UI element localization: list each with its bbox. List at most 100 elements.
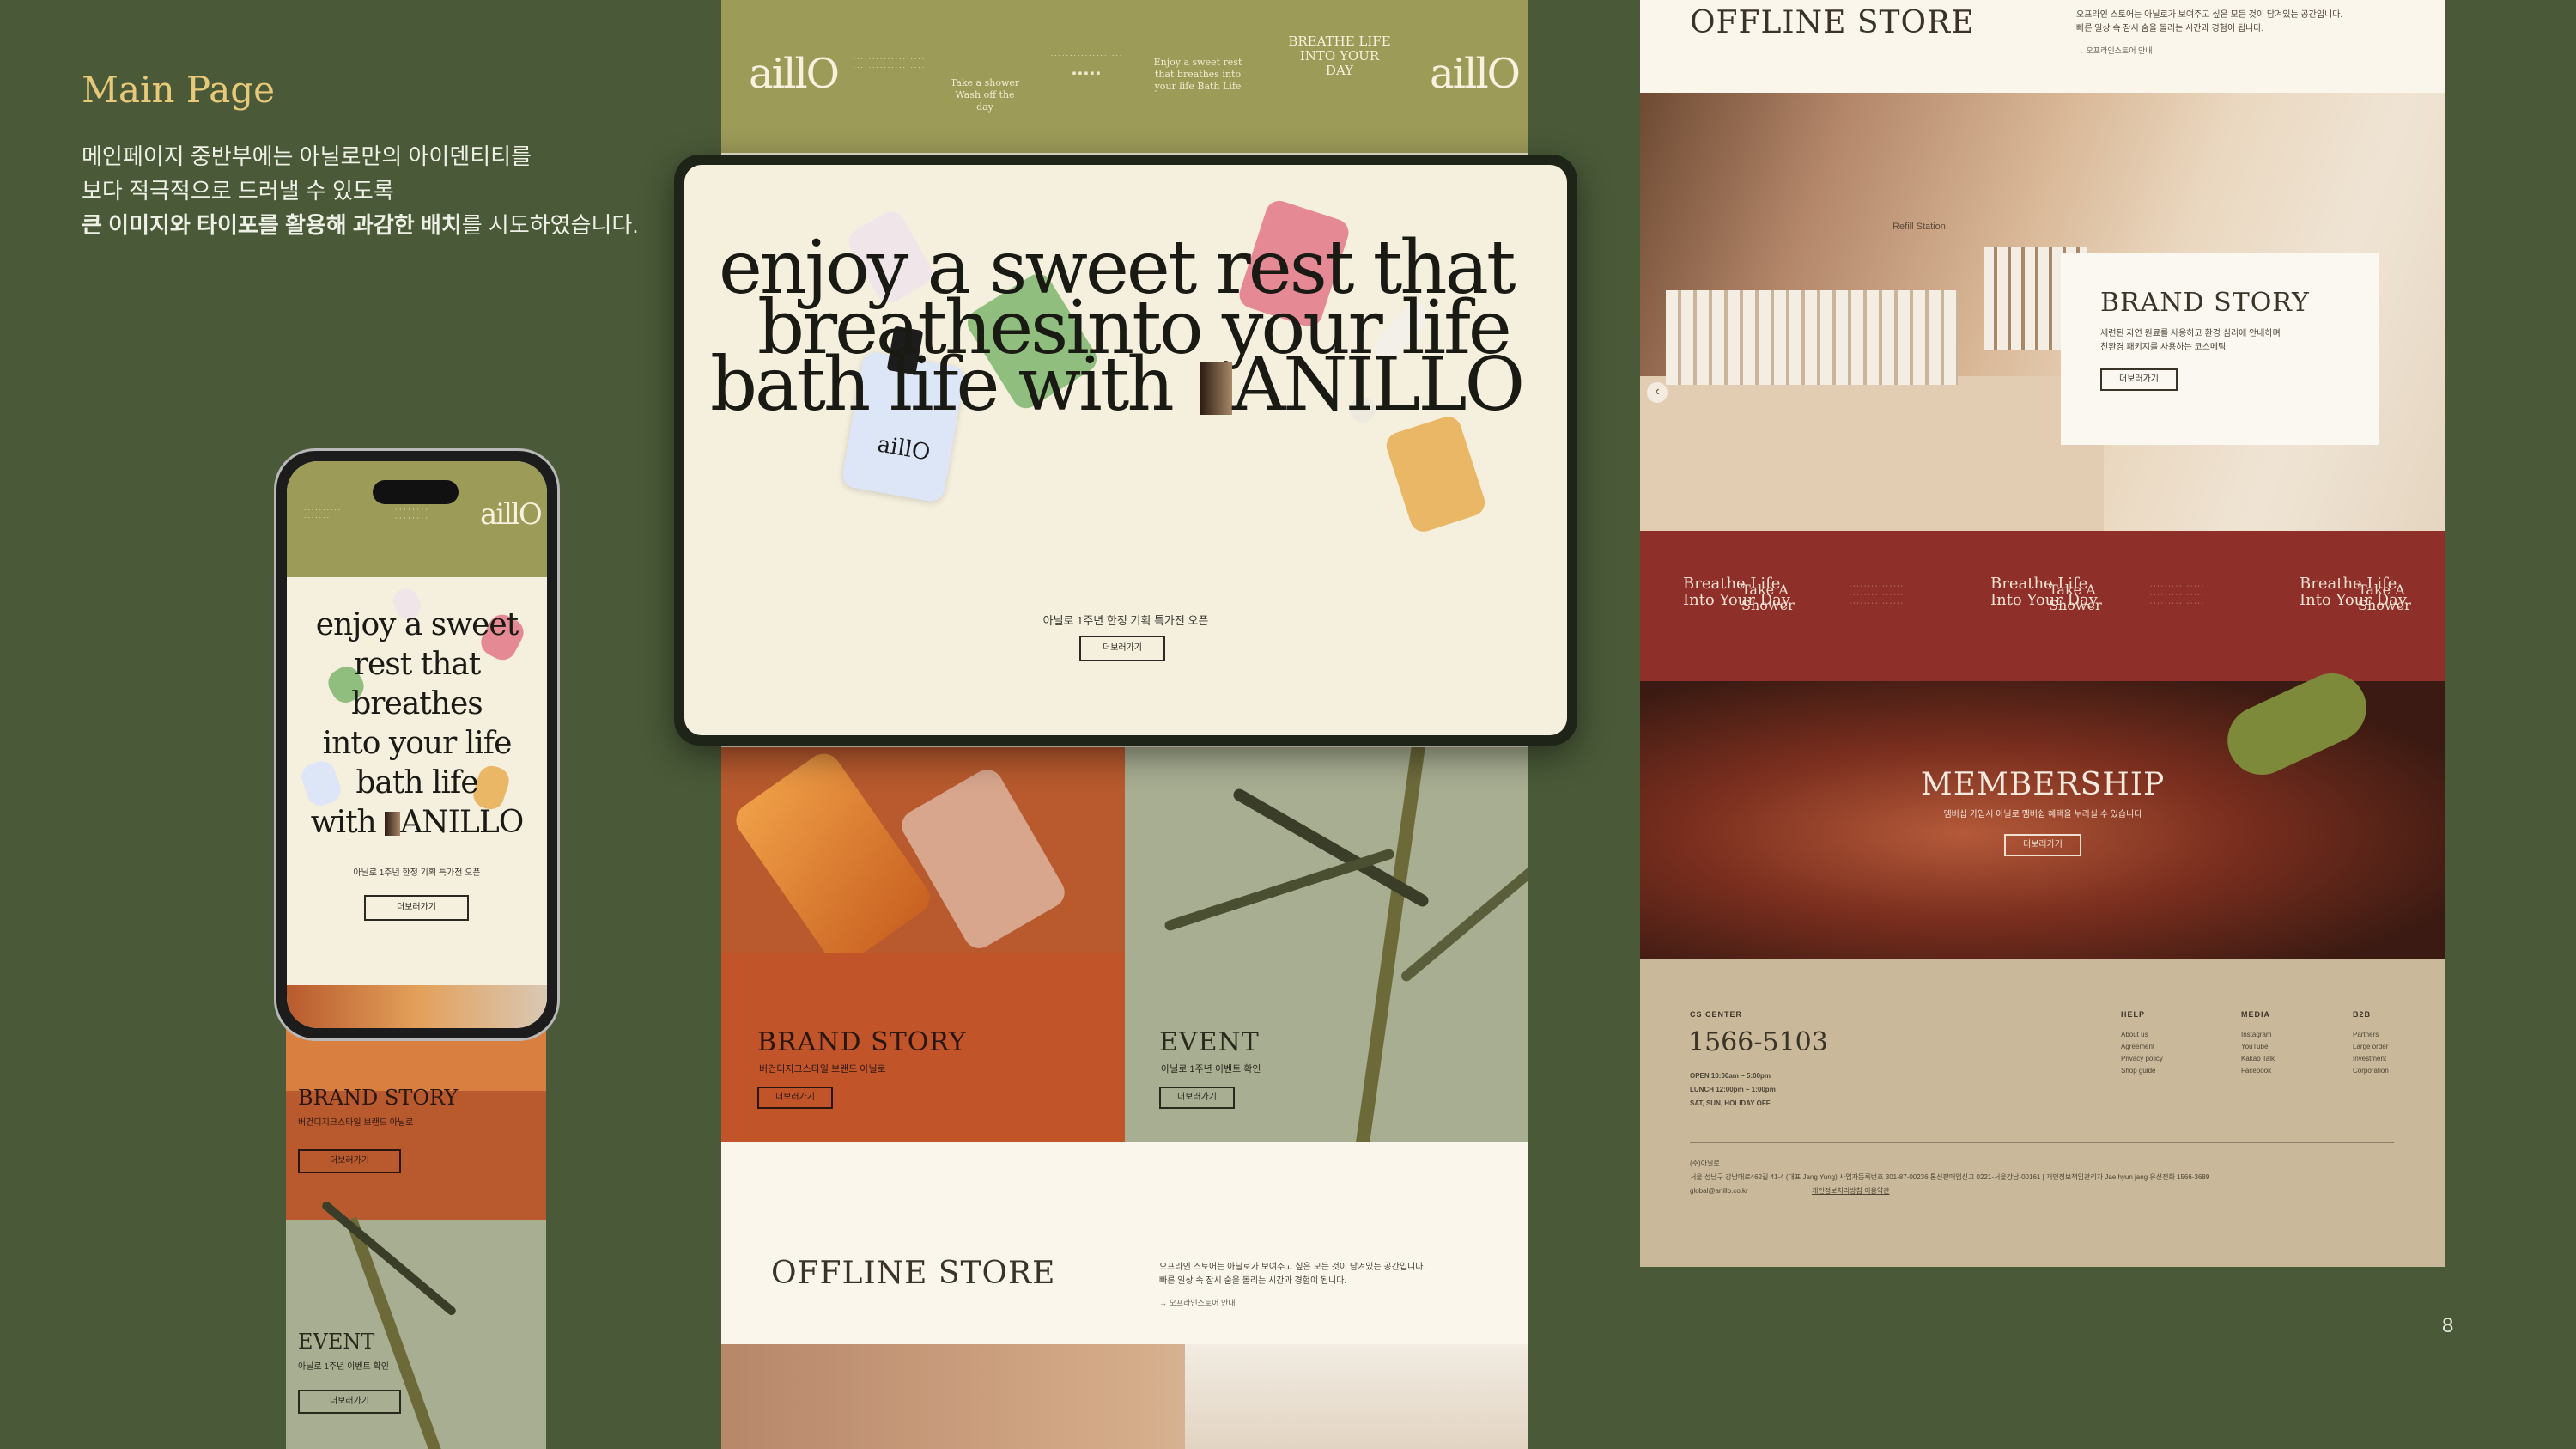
event-tile[interactable]: EVENT 아닐로 1주년 이벤트 확인 더보러가기 [1125,747,1528,1142]
brand-story-tile[interactable]: BRAND STORY 버건디지크스타일 브랜드 아닐로 더보러가기 [721,747,1125,1142]
hero-more-button[interactable]: 더보러가기 [1079,636,1165,661]
hero-card: aillO enjoy a sweet rest that breathesin… [674,155,1577,746]
hero-subtitle: 아닐로 1주년 한정 기획 특가전 오픈 [1042,614,1209,627]
store-ceiling [1185,1344,1528,1449]
footer-b2b-label: B2B [2353,1010,2372,1019]
phone-strip-tagline: · · · · · · · · · · · · · · · · [394,506,428,522]
arrow-right-icon: → [1159,1299,1170,1307]
footer-help-link-3[interactable]: Privacy policy [2121,1053,2163,1065]
membership-subtitle: 멤버십 가입시 아닐로 멤버쉽 혜택을 누리실 수 있습니다 [1943,810,2142,819]
rosemary-leaf-2 [1163,848,1396,932]
phone-hero-line-1: enjoy a sweet [315,607,519,642]
description-line-3: 큰 이미지와 타이포를 활용해 과감한 배치를 시도하였습니다. [82,208,639,242]
footer-help-link-4[interactable]: Shop guide [2121,1065,2155,1077]
footer-cs-label: CS CENTER [1690,1010,1743,1019]
product-bottle-orange [729,747,937,971]
footer-help-link-2[interactable]: Agreement [2121,1041,2154,1053]
phone-brand-button[interactable]: 더보러가기 [298,1149,401,1173]
slide-description: 메인페이지 중반부에는 아닐로만의 아이덴티티를 보다 적극적으로 드러낼 수 … [82,139,639,242]
phone-notch [373,480,459,504]
phone-hero-line-6: with ANILLO [310,805,524,840]
strip-fineprint-2: · · · · · · · · · · · · · · · · · · · · ·… [1050,52,1122,76]
hero-screen: aillO enjoy a sweet rest that breathesin… [684,165,1567,735]
jar-image [1200,362,1233,415]
phone-brand-title: BRAND STORY [298,1086,459,1110]
phone-hero-subtitle: 아닐로 1주년 한정 기획 특가전 오픈 [353,868,481,878]
footer-b2b-link-1[interactable]: Partners [2353,1029,2379,1041]
footer-media-label: MEDIA [2241,1010,2270,1019]
product-shelf [1666,290,1958,385]
right-brand-story-desc-2: 친환경 패키지를 사용하는 코스메틱 [2100,343,2227,352]
description-bold: 큰 이미지와 타이포를 활용해 과감한 배치 [82,212,462,238]
brand-tile-button[interactable]: 더보러가기 [757,1087,833,1109]
rosemary-stem [1349,747,1430,1142]
footer-media-link-4[interactable]: Facebook [2241,1065,2271,1077]
page-number: 8 [2442,1314,2454,1337]
membership-title: MEMBERSHIP [1920,767,2166,802]
footer-b2b-link-2[interactable]: Large order [2353,1041,2388,1053]
footer-media-link-2[interactable]: YouTube [2241,1041,2268,1053]
offline-desc-2: 빠른 일상 속 잠시 숨을 돌리는 시간과 경험이 됩니다. [1159,1276,1347,1286]
event-tile-button[interactable]: 더보러가기 [1159,1087,1235,1109]
description-line-2: 보다 적극적으로 드러낼 수 있도록 [82,178,394,204]
phone-brand-section[interactable]: BRAND STORY 버건디지크스타일 브랜드 아닐로 더보러가기 [286,1022,546,1220]
membership-section[interactable]: MEMBERSHIP 멤버십 가입시 아닐로 멤버쉽 혜택을 누리실 수 있습니… [1640,661,2445,959]
description-line-1: 메인페이지 중반부에는 아닐로만의 아이덴티티를 [82,143,532,169]
right-brand-story-card: BRAND STORY 세련된 자연 원료를 사용하고 환경 심리에 안내하며 … [2061,253,2379,445]
band-phrase-2b: Take A Shower [2049,581,2102,613]
rosemary-leaf-3 [1399,865,1528,983]
hero-headline-3: bath life with ANILLO [710,342,1525,428]
footer-help-link-1[interactable]: About us [2121,1029,2148,1041]
membership-button[interactable]: 더보러가기 [2004,834,2081,856]
strip-logo-2: aillO [1430,50,1521,98]
event-tile-title: EVENT [1159,1027,1260,1057]
strip-tagline-take: Take a shower Wash off the day [950,77,1020,113]
right-offline-desc-2: 빠른 일상 속 잠시 숨을 돌리는 시간과 경험이 됩니다. [2076,24,2264,33]
phone-event-section[interactable]: EVENT 아닐로 1주년 이벤트 확인 더보러가기 [286,1199,546,1449]
marquee-strip: aillO · · · · · · · · · · · · · · · · · … [721,0,1528,153]
footer-b2b-link-3[interactable]: Investment [2353,1053,2386,1065]
band-phrase-3b: Take A Shower [2358,581,2411,613]
footer-b2b-link-4[interactable]: Corporation [2353,1065,2389,1077]
strip-tagline-enjoy: Enjoy a sweet rest that breathes into yo… [1153,57,1242,92]
footer-media-link-3[interactable]: Kakao Talk [2241,1053,2275,1065]
right-offline-desc-1: 오프라인 스토어는 아닐로가 보여주고 싶은 모든 것이 담겨있는 공간입니다. [2076,10,2343,20]
brand-tile-subtitle: 버건디지크스타일 브랜드 아닐로 [759,1064,886,1075]
phone-scroll-continuation: BRAND STORY 버건디지크스타일 브랜드 아닐로 더보러가기 EVENT… [286,1022,546,1449]
footer-open-hours: OPEN 10:00am ~ 5:00pm [1690,1072,1771,1080]
brand-tile-title: BRAND STORY [757,1027,967,1057]
band-fineprint-2: · · · · · · · · · · · · · · · · · · · · ·… [2149,583,2204,606]
arrow-right-icon: → [2076,46,2087,55]
phone-event-button[interactable]: 더보러가기 [298,1390,401,1414]
right-offline-link[interactable]: → 오프라인스토어 안내 [2076,45,2153,56]
phone-strip-logo: aillO [480,497,543,532]
offline-title: OFFLINE STORE [771,1256,1056,1291]
band-phrase-1b: Take A Shower [1741,581,1795,613]
phone-jar-image [385,812,401,836]
phone-mockup: · · · · · · · · · · · · · · · · · · · · · … [274,448,560,1041]
band-fineprint-1: · · · · · · · · · · · · · · · · · · · · ·… [1849,583,1904,606]
carousel-prev-icon[interactable]: ‹ [1647,382,1668,403]
right-brand-story-button[interactable]: 더보러가기 [2100,368,2178,391]
refill-station-sign: Refill Station [1893,222,1946,232]
phone-hero-line-3: breathes [351,686,483,721]
strip-logo: aillO [749,50,840,98]
site-footer: CS CENTER 1566-5103 OPEN 10:00am ~ 5:00p… [1640,959,2445,1267]
phone-brand-subtitle: 버건디지크스타일 브랜드 아닐로 [298,1118,414,1128]
footer-company-label: (주)아닐로 [1690,1160,1720,1167]
store-counter [1640,376,2104,531]
phone-hero-line-2: rest that [353,647,481,682]
footer-media-link-1[interactable]: Instagram [2241,1029,2272,1041]
right-offline-title: OFFLINE STORE [1690,5,1975,40]
phone-strip-fineprint: · · · · · · · · · · · · · · · · · · · · · … [304,499,341,521]
description-rest: 를 시도하였습니다. [461,212,639,238]
footer-company-email[interactable]: global@anillo.co.kr [1690,1185,1748,1197]
strip-fineprint: · · · · · · · · · · · · · · · · · · · · ·… [853,56,925,80]
phone-next-section-peek [287,985,547,1028]
phone-event-title: EVENT [298,1330,375,1354]
phone-hero-button[interactable]: 더보러가기 [364,895,469,921]
footer-policy-link[interactable]: 개인정보처리방침 이용약관 [1812,1185,1890,1197]
slide-title: Main Page [82,69,276,111]
offline-store-photo [721,1344,1528,1449]
offline-link[interactable]: → 오프라인스토어 안내 [1159,1297,1236,1308]
